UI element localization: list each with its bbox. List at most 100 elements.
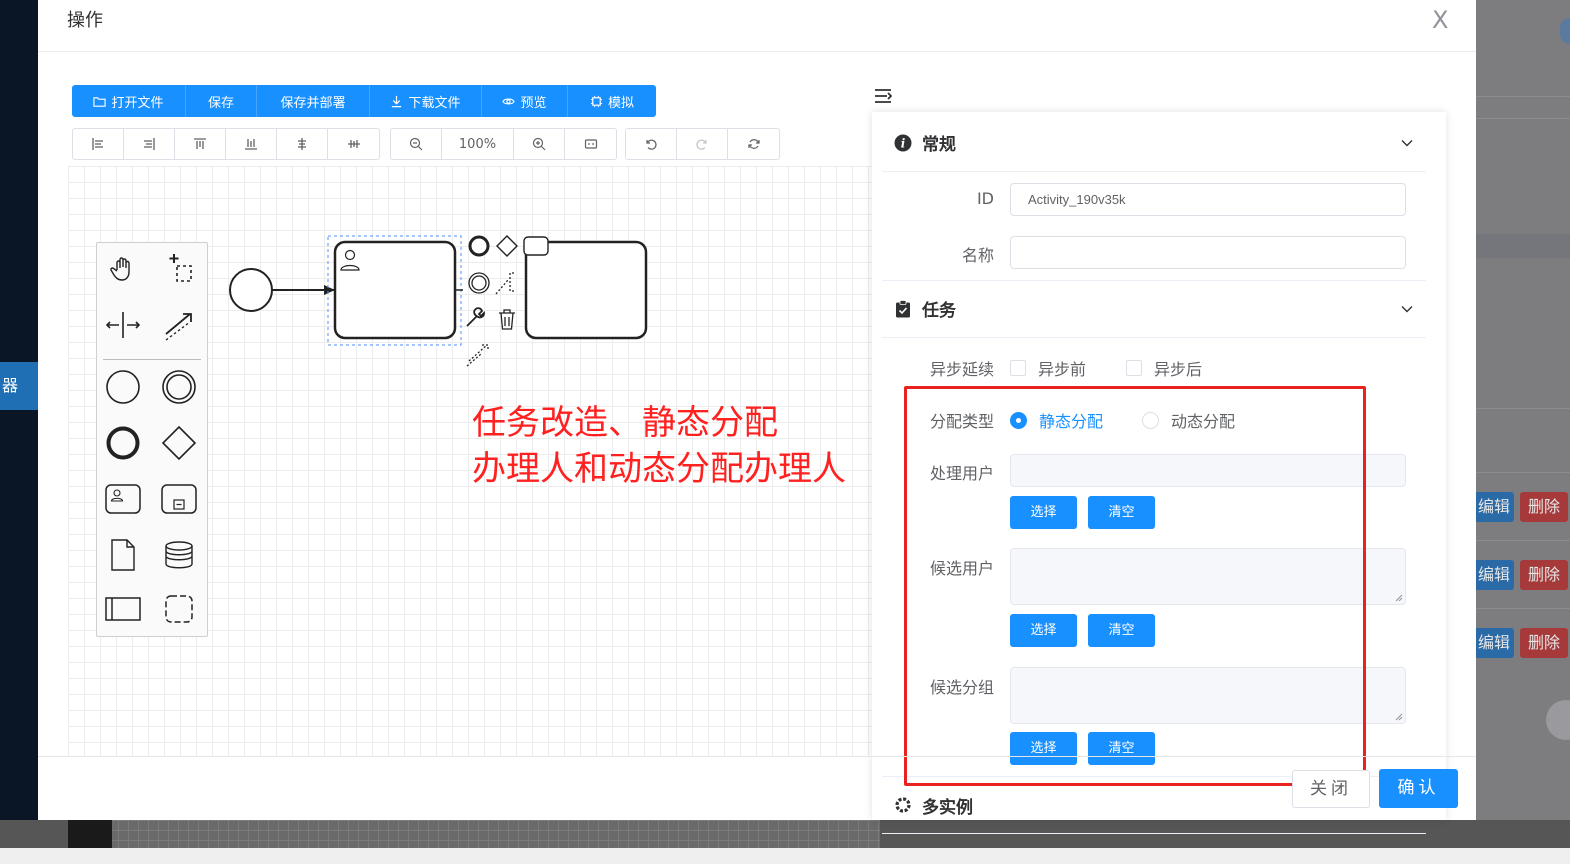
chip-icon (590, 95, 603, 107)
start-event-icon (106, 370, 140, 404)
async-after-label: 异步后 (1154, 360, 1203, 379)
name-input[interactable] (1010, 236, 1406, 269)
background-avatar (1560, 18, 1570, 44)
save-deploy-button[interactable]: 保存并部署 (257, 85, 370, 117)
align-top-button[interactable] (175, 129, 226, 159)
background-sidebar (0, 0, 38, 864)
create-group[interactable] (159, 589, 199, 629)
fit-viewport-button[interactable] (565, 129, 616, 159)
open-file-button[interactable]: 打开文件 (72, 85, 186, 117)
section-task-header[interactable]: 任务 (882, 280, 1426, 338)
id-label: ID (976, 189, 994, 208)
modal-close-button[interactable]: X (1432, 6, 1448, 34)
align-right-button[interactable] (124, 129, 175, 159)
zoom-out-button[interactable] (391, 129, 442, 159)
align-right-icon (144, 138, 155, 150)
panel-toggle-icon[interactable] (874, 88, 892, 104)
save-label: 保存 (207, 95, 234, 111)
user-task-next[interactable] (524, 240, 648, 340)
name-label: 名称 (961, 246, 994, 265)
create-start-event[interactable] (103, 367, 143, 407)
eye-icon (502, 98, 516, 104)
chevron-down-icon (1401, 140, 1413, 147)
background-delete-button: 删除 (1520, 560, 1568, 590)
save-deploy-label: 保存并部署 (280, 95, 346, 111)
create-user-task[interactable] (103, 479, 143, 519)
background-sidebar-tab: 器 (0, 362, 38, 410)
info-icon: i (894, 134, 912, 152)
reset-button[interactable] (728, 129, 779, 159)
zoom-in-button[interactable] (514, 129, 565, 159)
create-data-object[interactable] (103, 535, 143, 575)
align-center-button[interactable] (277, 129, 328, 159)
history-toolbar (625, 128, 780, 160)
confirm-button[interactable]: 确认 (1379, 769, 1458, 808)
create-end-event[interactable] (103, 423, 143, 463)
download-file-label: 下载文件 (408, 95, 461, 111)
section-multi-instance-title: 多实例 (922, 797, 973, 818)
highlight-box (904, 386, 1366, 786)
zoom-level: 100% (442, 129, 514, 159)
annotation-line-2: 办理人和动态分配办理人 (472, 449, 846, 489)
user-task-icon (105, 484, 141, 514)
create-pool[interactable] (103, 589, 143, 629)
lasso-tool[interactable] (159, 249, 199, 289)
align-bottom-icon (245, 139, 257, 150)
background-delete-button: 删除 (1520, 628, 1568, 658)
modal-title: 操作 (67, 10, 103, 31)
section-general-header[interactable]: i 常规 (882, 114, 1426, 172)
create-subprocess[interactable] (159, 479, 199, 519)
hand-icon (110, 257, 130, 281)
space-tool[interactable] (103, 305, 143, 345)
redo-icon (696, 139, 707, 150)
async-after-checkbox[interactable]: 异步后 (1126, 356, 1202, 380)
zoom-out-icon (409, 137, 423, 151)
align-left-button[interactable] (73, 129, 124, 159)
background-delete-button: 删除 (1520, 492, 1568, 522)
resize-grip-icon (1395, 713, 1403, 721)
cog-icon (894, 796, 912, 814)
user-task-selected[interactable] (333, 240, 457, 340)
hand-tool[interactable] (103, 249, 143, 289)
background-status-bar (0, 848, 1570, 864)
footer-divider (38, 756, 1476, 757)
id-input[interactable] (1010, 183, 1406, 216)
close-button[interactable]: 关闭 (1292, 770, 1370, 808)
palette-separator (103, 359, 201, 360)
download-file-button[interactable]: 下载文件 (370, 85, 482, 117)
group-icon (165, 595, 193, 623)
align-top-icon (194, 138, 206, 149)
background-edit-button: 编辑 (1474, 492, 1514, 522)
gateway-icon (161, 425, 197, 461)
append-task-icon[interactable] (523, 236, 549, 256)
background-grid-corner (68, 820, 112, 850)
start-event[interactable] (229, 268, 273, 312)
file-toolbar: 打开文件 保存 保存并部署 下载文件 预览 模拟 (72, 85, 656, 117)
async-before-checkbox[interactable]: 异步前 (1010, 356, 1086, 380)
section-general-title: 常规 (922, 135, 956, 155)
global-connect-tool[interactable] (159, 305, 199, 345)
save-button[interactable]: 保存 (186, 85, 257, 117)
align-center-icon (298, 138, 306, 150)
download-icon (392, 95, 402, 107)
refresh-icon (747, 139, 760, 149)
create-data-store[interactable] (159, 535, 199, 575)
background-grid (68, 820, 880, 850)
process-designer-modal: 操作 X 打开文件 保存 保存并部署 下载文件 预览 模拟 100% 任务改造、… (38, 0, 1476, 834)
chevron-down-icon (1401, 306, 1413, 313)
simulate-button[interactable]: 模拟 (568, 85, 656, 117)
create-intermediate-event[interactable] (159, 367, 199, 407)
undo-button[interactable] (626, 129, 677, 159)
append-end-event-icon[interactable] (468, 235, 490, 257)
create-gateway[interactable] (159, 423, 199, 463)
background-edit-button: 编辑 (1474, 560, 1514, 590)
connect-icon (165, 313, 192, 341)
bpmn-palette (96, 242, 208, 637)
preview-button[interactable]: 预览 (482, 85, 568, 117)
annotation-text: 任务改造、静态分配 办理人和动态分配办理人 (472, 400, 846, 492)
align-bottom-button[interactable] (226, 129, 277, 159)
align-left-icon (92, 138, 103, 150)
redo-button[interactable] (677, 129, 728, 159)
align-middle-button[interactable] (328, 129, 379, 159)
data-object-icon (111, 539, 135, 571)
